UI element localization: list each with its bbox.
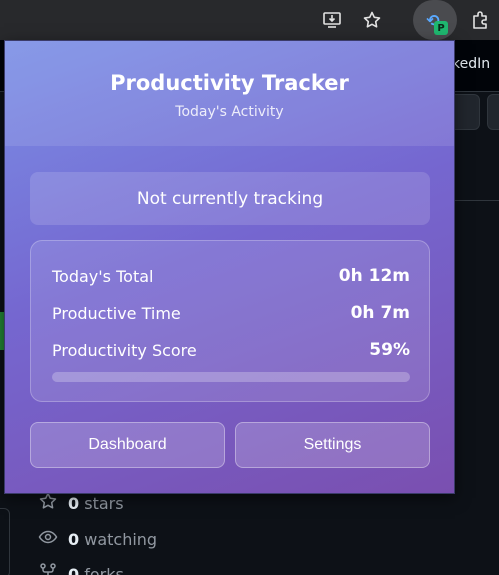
popup-header: Productivity Tracker Today's Activity	[5, 41, 454, 146]
stat-label: Today's Total	[52, 266, 154, 286]
forks-count: 0	[68, 564, 80, 575]
stat-label: Productive Time	[52, 303, 181, 323]
forks-label: forks	[84, 564, 124, 575]
stars-label: stars	[84, 493, 124, 513]
eye-icon	[38, 527, 58, 551]
bookmark-star-icon[interactable]	[360, 8, 384, 32]
stat-value: 0h 12m	[338, 266, 410, 286]
dashboard-button[interactable]: Dashboard	[30, 422, 225, 468]
extensions-puzzle-icon[interactable]	[468, 8, 492, 32]
stats-panel: Today's Total 0h 12m Productive Time 0h …	[30, 240, 430, 402]
stat-row-score: Productivity Score 59%	[52, 338, 410, 362]
watching-label: watching	[84, 529, 158, 549]
repo-stat-forks[interactable]: 0 forks	[38, 562, 124, 575]
star-icon	[38, 491, 58, 515]
header-button[interactable]	[487, 94, 499, 130]
side-box	[0, 508, 10, 575]
popup-subtitle: Today's Activity	[175, 104, 284, 120]
stat-row-total: Today's Total 0h 12m	[52, 264, 410, 288]
stat-value: 59%	[369, 340, 410, 360]
settings-button[interactable]: Settings	[235, 422, 430, 468]
stars-count: 0	[68, 493, 80, 513]
repo-stat-stars[interactable]: 0 stars	[38, 491, 124, 515]
divider	[455, 200, 499, 201]
nav-link-linkedin[interactable]: kedIn	[452, 56, 490, 72]
watching-count: 0	[68, 529, 80, 549]
extension-badge: P	[434, 21, 448, 35]
fork-icon	[38, 562, 58, 575]
productivity-tracker-popup: Productivity Tracker Today's Activity No…	[4, 40, 455, 494]
browser-toolbar: ⟲ P	[0, 0, 499, 40]
stat-row-productive: Productive Time 0h 7m	[52, 301, 410, 325]
stat-value: 0h 7m	[350, 303, 410, 323]
stat-label: Productivity Score	[52, 340, 197, 360]
productivity-progress-bar	[52, 372, 410, 382]
install-app-icon[interactable]	[320, 8, 344, 32]
popup-title: Productivity Tracker	[110, 71, 349, 95]
repo-stat-watching[interactable]: 0 watching	[38, 527, 157, 551]
tracking-status: Not currently tracking	[30, 172, 430, 225]
